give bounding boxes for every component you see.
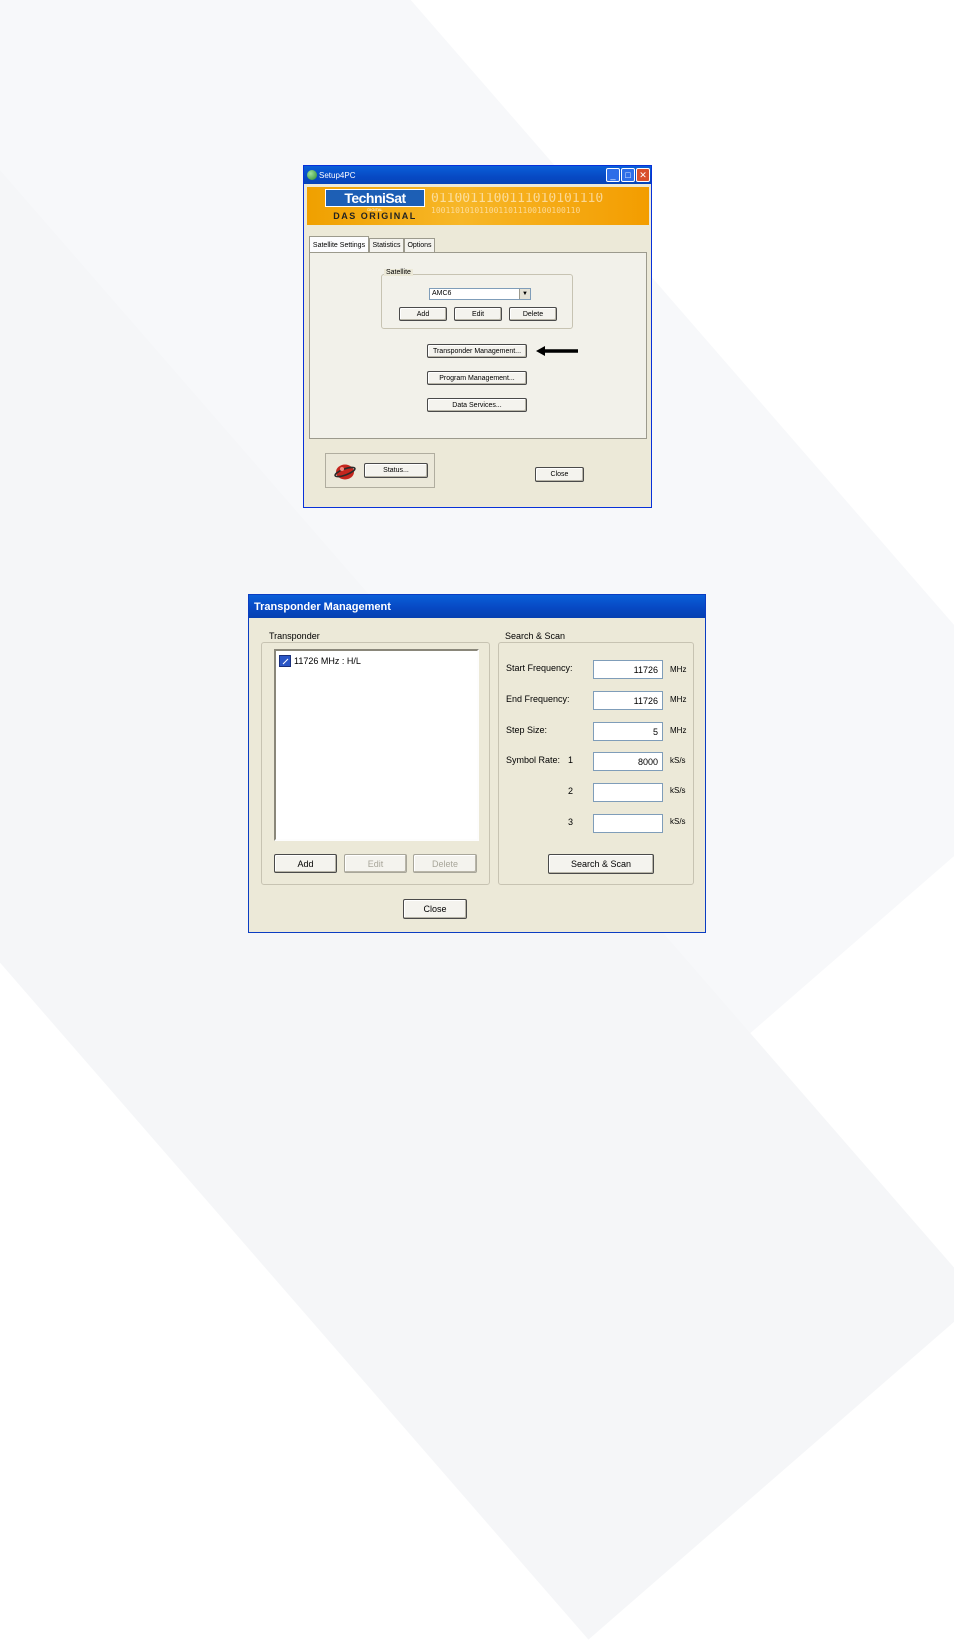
symbol-rate-1-unit: kS/s [670, 756, 686, 765]
symbol-rate-1-index: 1 [568, 755, 574, 765]
edit-transponder-button[interactable]: Edit [344, 854, 407, 873]
status-area: Status... [325, 453, 435, 488]
minimize-button[interactable]: _ [606, 168, 620, 182]
step-size-label: Step Size: [506, 725, 548, 735]
close-button[interactable]: Close [535, 467, 584, 482]
window-title: Transponder Management [254, 600, 391, 613]
step-size-input[interactable]: 5 [593, 722, 663, 741]
end-frequency-unit: MHz [670, 695, 687, 704]
data-services-button[interactable]: Data Services... [427, 398, 527, 412]
add-transponder-button[interactable]: Add [274, 854, 337, 873]
step-size-unit: MHz [670, 726, 687, 735]
banner-binary-text: 0110011100111010101110 [431, 193, 604, 205]
satellite-select[interactable]: AMC6 ▼ [429, 288, 531, 300]
end-frequency-input[interactable]: 11726 [593, 691, 663, 710]
title-bar[interactable]: Setup4PC _ □ ✕ [304, 166, 651, 184]
brand-slogan: DAS ORIGINAL [333, 211, 417, 221]
symbol-rate-3-input[interactable] [593, 814, 663, 833]
start-frequency-label: Start Frequency: [506, 663, 573, 673]
symbol-rate-label: Symbol Rate: [506, 755, 561, 765]
start-frequency-unit: MHz [670, 665, 687, 674]
symbol-rate-2-unit: kS/s [670, 786, 686, 795]
satellite-group-label: Satellite [384, 269, 413, 276]
search-scan-button[interactable]: Search & Scan [548, 854, 654, 874]
symbol-rate-1-input[interactable]: 8000 [593, 752, 663, 771]
symbol-rate-3-index: 3 [568, 817, 574, 827]
title-bar[interactable]: Transponder Management [249, 595, 705, 618]
setup4pc-window: Setup4PC _ □ ✕ TechniSat DIGITAL DAS ORI… [303, 165, 652, 508]
tab-statistics[interactable]: Statistics [369, 238, 404, 252]
symbol-rate-2-index: 2 [568, 786, 574, 796]
satellite-select-value: AMC6 [432, 290, 452, 297]
arrow-left-icon [536, 346, 578, 356]
transponder-list[interactable]: 11726 MHz : H/L [274, 649, 479, 841]
symbol-rate-2-input[interactable] [593, 783, 663, 802]
delete-satellite-button[interactable]: Delete [509, 307, 557, 321]
app-icon [307, 170, 317, 180]
symbol-rate-3-unit: kS/s [670, 817, 686, 826]
program-management-button[interactable]: Program Management... [427, 371, 527, 385]
transponder-group-label: Transponder [267, 631, 322, 641]
banner-binary-text-small: 1001101010110011011100100100110 [431, 206, 581, 215]
close-window-button[interactable]: ✕ [636, 168, 650, 182]
add-satellite-button[interactable]: Add [399, 307, 447, 321]
maximize-button[interactable]: □ [621, 168, 635, 182]
technisat-banner: TechniSat DIGITAL DAS ORIGINAL 011001110… [307, 187, 649, 225]
transponder-management-button[interactable]: Transponder Management... [427, 344, 527, 358]
start-frequency-input[interactable]: 11726 [593, 660, 663, 679]
delete-transponder-button[interactable]: Delete [413, 854, 477, 873]
transponder-management-window: Transponder Management Transponder 11726… [248, 594, 706, 933]
window-title: Setup4PC [319, 170, 356, 180]
close-button[interactable]: Close [403, 899, 467, 919]
list-item-label: 11726 MHz : H/L [294, 656, 361, 666]
tab-satellite-settings[interactable]: Satellite Settings [309, 236, 369, 253]
tab-options[interactable]: Options [404, 238, 435, 252]
search-scan-group-label: Search & Scan [503, 631, 568, 641]
edit-satellite-button[interactable]: Edit [454, 307, 502, 321]
status-button[interactable]: Status... [364, 463, 428, 478]
satellite-status-icon [334, 464, 356, 480]
end-frequency-label: End Frequency: [506, 694, 570, 704]
technisat-logo: TechniSat DIGITAL DAS ORIGINAL [325, 189, 425, 223]
brand-name: TechniSat [325, 189, 425, 207]
list-item[interactable]: 11726 MHz : H/L [279, 655, 361, 667]
chevron-down-icon[interactable]: ▼ [519, 289, 530, 299]
transponder-icon [279, 655, 291, 667]
